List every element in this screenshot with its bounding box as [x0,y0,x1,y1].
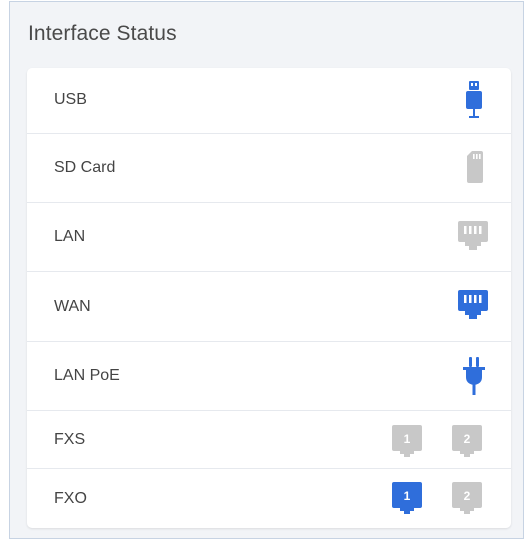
interface-label: FXO [54,490,87,507]
interface-label: WAN [54,298,91,315]
power-plug-icon [463,357,485,395]
interface-label: LAN PoE [54,367,120,384]
interface-row-usb: USB [27,68,511,134]
port-number: 1 [404,432,411,446]
interface-row-lan: LAN [27,203,511,272]
interface-row-wan: WAN [27,272,511,342]
interface-status-panel: Interface Status USB SD Card LAN WAN LAN… [9,1,524,539]
port-number: 1 [404,489,411,503]
interface-row-sd-card: SD Card [27,134,511,203]
interface-label: SD Card [54,159,116,176]
interface-row-fxo: FXO 1 2 [27,469,511,528]
fxs-port-2-icon: 2 [452,425,482,457]
port-number: 2 [464,432,471,446]
interface-label: FXS [54,431,86,448]
interface-label: USB [54,91,87,108]
panel-title: Interface Status [28,22,177,45]
interface-label: LAN [54,228,86,245]
interface-list: USB SD Card LAN WAN LAN PoE FXS 1 2 FXO … [27,68,511,528]
interface-row-lan-poe: LAN PoE [27,342,511,411]
port-number: 2 [464,489,471,503]
sd-card-icon [467,151,483,183]
fxo-port-1-icon: 1 [392,482,422,514]
interface-row-fxs: FXS 1 2 [27,411,511,469]
ethernet-port-icon [458,221,488,250]
usb-icon [466,81,482,118]
fxs-port-1-icon: 1 [392,425,422,457]
ethernet-port-icon [458,290,488,319]
fxo-port-2-icon: 2 [452,482,482,514]
